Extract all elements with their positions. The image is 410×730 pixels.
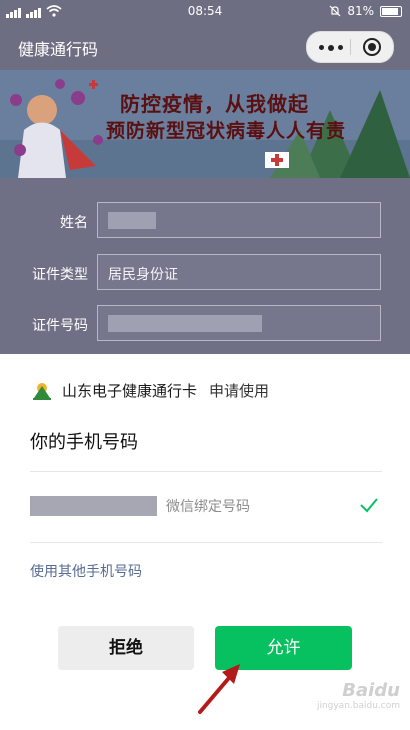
- navbar: 健康通行码: [0, 22, 410, 70]
- phone-description: 微信绑定号码: [166, 499, 250, 515]
- watermark-brand: Baidu: [342, 680, 400, 701]
- page-title: 健康通行码: [18, 40, 99, 59]
- id-number-field[interactable]: [97, 305, 381, 341]
- battery-icon: [380, 5, 402, 17]
- redacted-id-number: [108, 315, 262, 332]
- mini-program-capsule: [306, 31, 394, 63]
- battery-percent: 81%: [347, 4, 374, 18]
- check-icon: [360, 498, 378, 513]
- close-icon[interactable]: [363, 38, 381, 56]
- id-type-row: 证件类型 居民身份证: [0, 254, 410, 292]
- phone-option[interactable]: 微信绑定号码: [30, 472, 382, 542]
- name-field[interactable]: [97, 202, 381, 238]
- other-phone-link[interactable]: 使用其他手机号码: [30, 561, 142, 581]
- id-type-field[interactable]: 居民身份证: [97, 254, 381, 290]
- pointer-arrow-icon: [198, 664, 240, 714]
- epidemic-banner: 防控疫情，从我做起 预防新型冠状病毒人人有责: [0, 70, 410, 178]
- watermark: Baidu jingyan.baidu.com: [300, 680, 400, 720]
- status-bar: 08:54 81%: [0, 0, 410, 22]
- watermark-site: jingyan.baidu.com: [316, 701, 400, 711]
- mute-bell-icon: [329, 5, 341, 17]
- divider: [30, 542, 382, 543]
- banner-line-2: 预防新型冠状病毒人人有责: [106, 120, 347, 142]
- id-type-label: 证件类型: [32, 267, 88, 283]
- name-row: 姓名: [0, 202, 410, 240]
- app-logo-icon: [30, 378, 54, 402]
- app-request-line: 山东电子健康通行卡 申请使用: [30, 378, 269, 402]
- redacted-name: [108, 212, 156, 229]
- request-text: 申请使用: [209, 381, 270, 400]
- redacted-phone-number: [30, 496, 157, 516]
- identity-form: 姓名 证件类型 居民身份证 证件号码: [0, 178, 410, 354]
- name-label: 姓名: [60, 215, 88, 231]
- phone-heading: 你的手机号码: [30, 432, 138, 453]
- id-type-value: 居民身份证: [108, 267, 178, 283]
- deny-button[interactable]: 拒绝: [58, 626, 194, 670]
- id-number-label: 证件号码: [32, 318, 88, 334]
- app-name: 山东电子健康通行卡: [62, 381, 198, 400]
- more-icon[interactable]: [319, 44, 343, 51]
- banner-line-1: 防控疫情，从我做起: [120, 92, 309, 116]
- id-number-row: 证件号码: [0, 305, 410, 343]
